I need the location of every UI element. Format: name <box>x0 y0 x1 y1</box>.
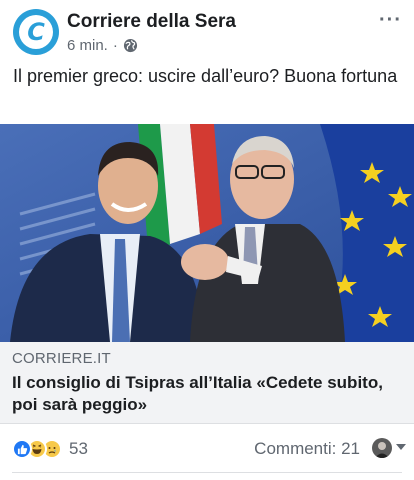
page-avatar[interactable]: C <box>13 9 59 55</box>
viewer-avatar[interactable] <box>372 438 392 458</box>
reactions-summary[interactable]: 53 <box>12 436 88 462</box>
photo-image <box>0 124 414 342</box>
post-time[interactable]: 6 min. <box>67 37 108 54</box>
post-text: Il premier greco: uscire dall’euro? Buon… <box>13 66 398 86</box>
like-icon <box>12 439 32 459</box>
comments-count-link[interactable]: Commenti: 21 <box>254 439 360 459</box>
avatar-badge: C <box>19 15 53 49</box>
globe-icon <box>123 38 137 53</box>
link-domain: CORRIERE.IT <box>12 350 111 367</box>
reaction-count: 53 <box>69 439 88 458</box>
chevron-down-icon[interactable] <box>396 444 406 450</box>
link-photo[interactable] <box>0 124 414 342</box>
post-meta: 6 min. · <box>67 37 138 54</box>
avatar-letter: C <box>27 18 45 46</box>
page-name-link[interactable]: Corriere della Sera <box>67 11 236 33</box>
link-title: Il consiglio di Tsipras all’Italia «Cede… <box>12 373 383 414</box>
meta-separator: · <box>112 37 118 54</box>
link-preview[interactable]: CORRIERE.IT Il consiglio di Tsipras all’… <box>0 342 414 424</box>
footer-divider <box>12 472 402 473</box>
more-options-button[interactable]: ··· <box>379 9 402 32</box>
post-header: C Corriere della Sera 6 min. · ··· <box>0 0 414 60</box>
